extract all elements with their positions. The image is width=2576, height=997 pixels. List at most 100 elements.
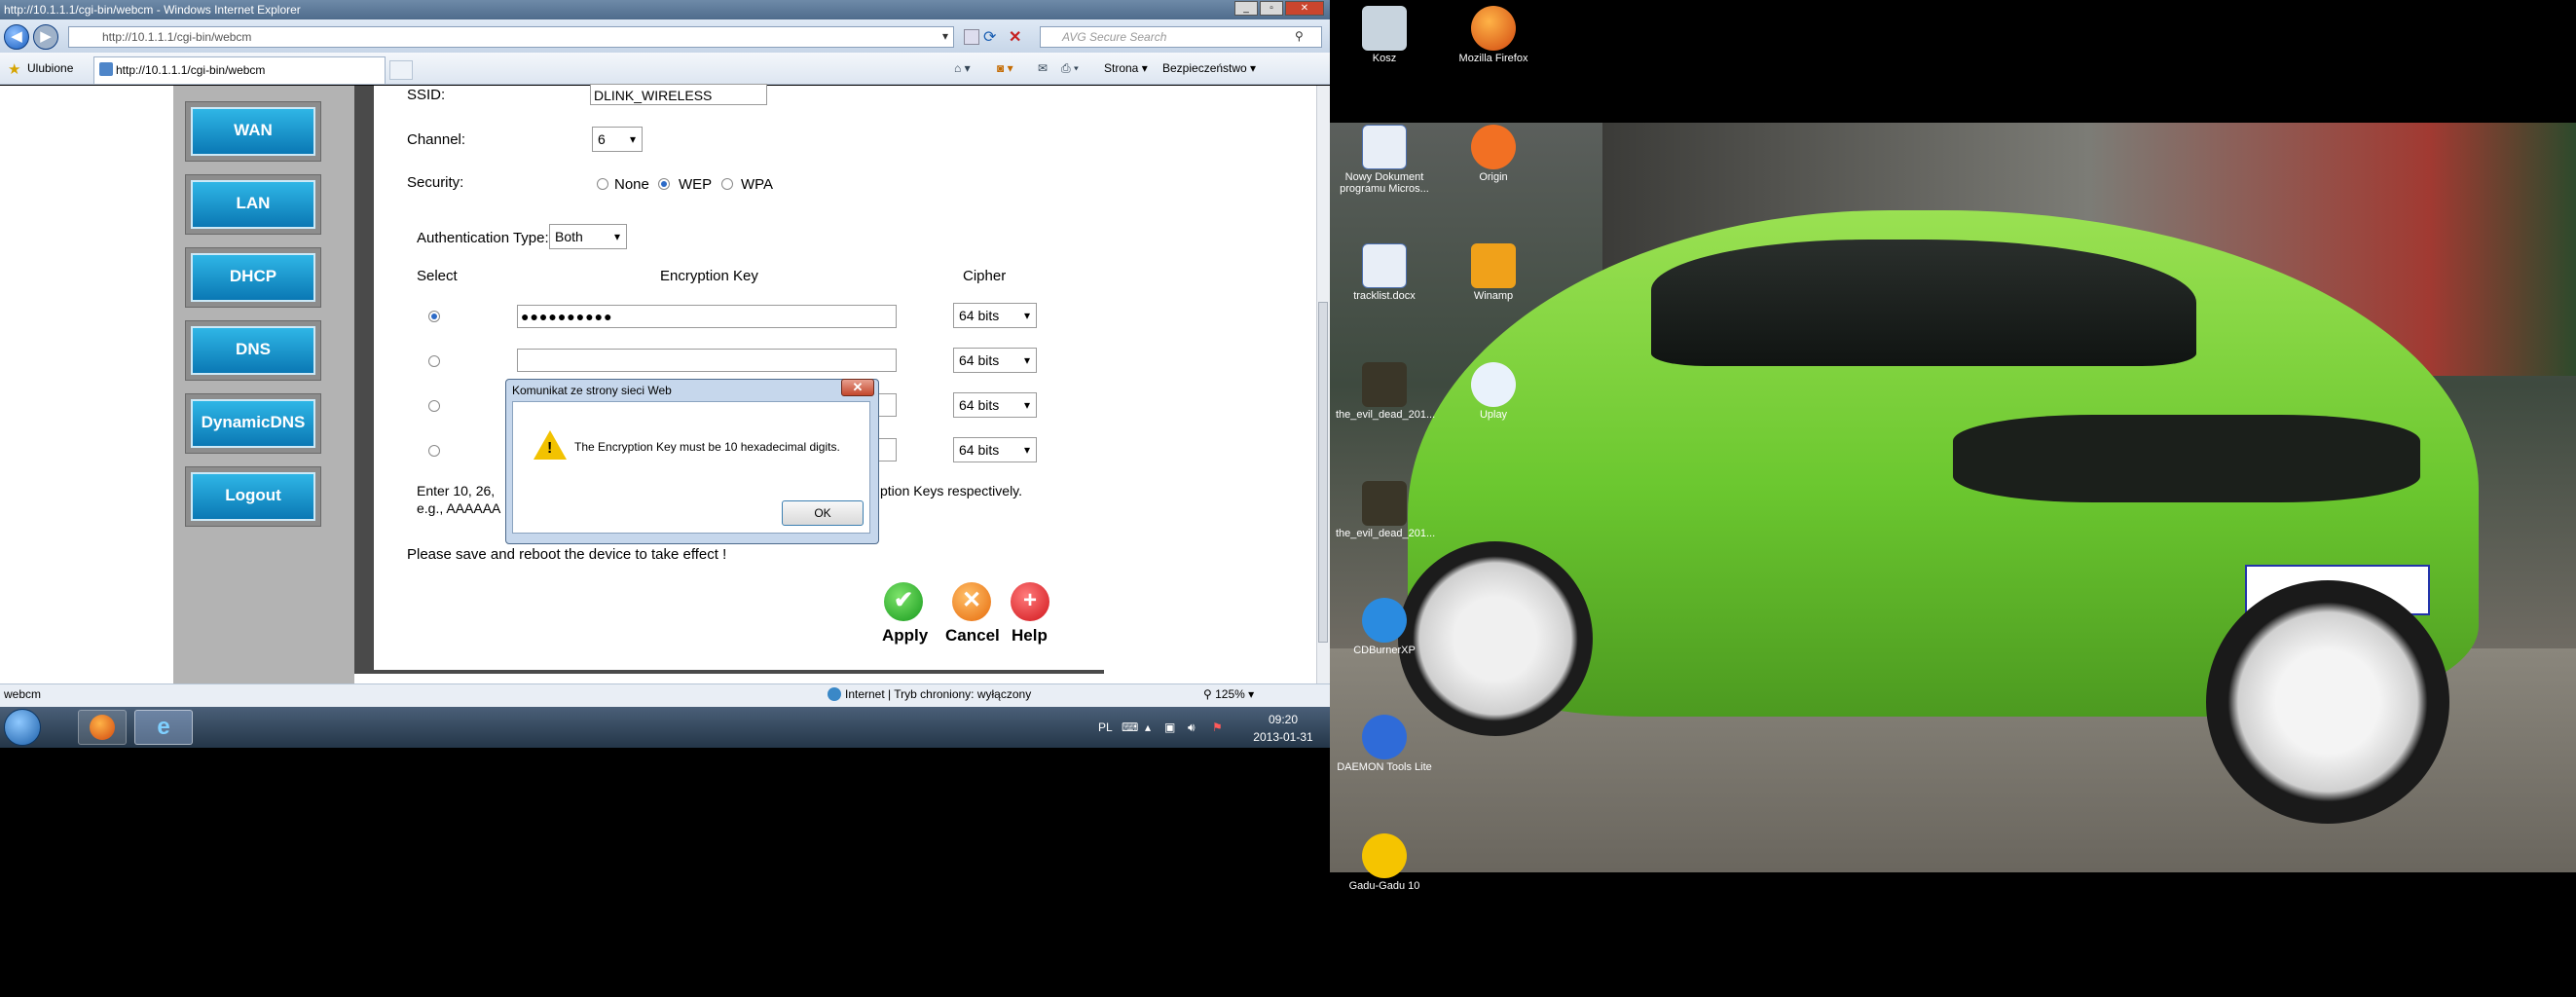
channel-select[interactable]: 6 [592, 127, 643, 152]
network-icon[interactable]: ▣ [1164, 720, 1175, 734]
cdburner-icon [1362, 598, 1407, 643]
page-menu[interactable]: Strona ▾ [1104, 60, 1148, 76]
page-icon [99, 62, 113, 76]
close-window-button[interactable]: ✕ [1285, 1, 1324, 16]
safety-menu[interactable]: Bezpieczeństwo ▾ [1162, 60, 1256, 76]
favorites-button[interactable]: Ulubione [27, 60, 73, 76]
desktop-icon-cdburnerxp[interactable]: CDBurnerXP [1336, 598, 1433, 656]
key-2-radio[interactable] [428, 355, 440, 367]
apply-check-icon[interactable]: ✔ [884, 582, 923, 621]
nav-dynamicdns-button[interactable]: DynamicDNS [185, 393, 321, 454]
security-wep-radio[interactable] [658, 178, 670, 190]
search-input[interactable]: AVG Secure Search [1040, 26, 1322, 48]
forward-button[interactable]: ▶ [33, 24, 58, 50]
cancel-x-icon[interactable]: ✕ [952, 582, 991, 621]
desktop-icon-recycle-bin[interactable]: Kosz [1336, 6, 1433, 64]
desktop-icon-tracklist[interactable]: tracklist.docx [1336, 243, 1433, 302]
status-text: webcm [4, 687, 42, 701]
maximize-button[interactable]: ▫ [1260, 1, 1283, 16]
internet-explorer-icon: e [157, 714, 170, 740]
select-column-header: Select [417, 268, 458, 284]
browser-tab[interactable]: http://10.1.1.1/cgi-bin/webcm [93, 56, 386, 84]
key-3-radio[interactable] [428, 400, 440, 412]
minimize-button[interactable]: _ [1234, 1, 1258, 16]
clock-time[interactable]: 09:20 [1260, 713, 1306, 726]
nav-dns-button[interactable]: DNS [185, 320, 321, 381]
security-none-label: None [614, 176, 649, 193]
stop-icon[interactable]: ✕ [1009, 27, 1021, 47]
security-wep-label: WEP [679, 176, 713, 193]
window-title-bar: http://10.1.1.1/cgi-bin/webcm - Windows … [0, 0, 1330, 19]
key-4-cipher-select[interactable]: 64 bits [953, 437, 1037, 462]
help-button-label[interactable]: Help [1012, 626, 1048, 646]
new-tab-button[interactable] [389, 60, 413, 80]
desktop-icon-evil-dead-2[interactable]: the_evil_dead_201... [1336, 481, 1435, 539]
video-file-icon [1362, 362, 1407, 407]
compatibility-icon[interactable] [964, 29, 979, 45]
desktop-icon-gadu-gadu[interactable]: Gadu-Gadu 10 [1336, 833, 1433, 892]
winamp-icon [1471, 243, 1516, 288]
ssid-input[interactable]: DLINK_WIRELESS [590, 84, 767, 105]
nav-dhcp-button[interactable]: DHCP [185, 247, 321, 308]
dialog-close-button[interactable]: ✕ [841, 379, 874, 396]
internet-zone-icon [828, 687, 841, 701]
desktop-icon-firefox[interactable]: Mozilla Firefox [1445, 6, 1542, 64]
desktop-icon-daemon-tools[interactable]: DAEMON Tools Lite [1336, 715, 1433, 773]
channel-label: Channel: [407, 131, 466, 148]
cancel-button-label[interactable]: Cancel [945, 626, 1000, 646]
zoom-level[interactable]: ⚲ 125% ▾ [1203, 687, 1254, 701]
security-none-radio[interactable] [597, 178, 608, 190]
desktop-icon-origin[interactable]: Origin [1445, 125, 1542, 183]
security-zone-text[interactable]: Internet | Tryb chroniony: wyłączony [845, 687, 1031, 701]
key-1-cipher-select[interactable]: 64 bits [953, 303, 1037, 328]
firefox-icon [90, 715, 115, 740]
key-3-cipher-select[interactable]: 64 bits [953, 392, 1037, 418]
key-2-cipher-select[interactable]: 64 bits [953, 348, 1037, 373]
address-input[interactable]: http://10.1.1.1/cgi-bin/webcm [68, 26, 954, 48]
wireless-settings-form [374, 86, 1104, 670]
back-button[interactable]: ◀ [4, 24, 29, 50]
dialog-title: Komunikat ze strony sieci Web [512, 384, 672, 397]
volume-icon[interactable]: 🔊︎ [1188, 720, 1196, 735]
key-4-radio[interactable] [428, 445, 440, 457]
nav-wan-button[interactable]: WAN [185, 101, 321, 162]
address-dropdown-icon[interactable]: ▾ [942, 29, 948, 43]
home-icon[interactable]: ⌂ ▾ [954, 60, 971, 76]
key-1-input[interactable]: ●●●●●●●●●● [517, 305, 897, 328]
start-button[interactable] [4, 709, 41, 746]
warning-exclamation: ! [547, 440, 553, 457]
nav-lan-button[interactable]: LAN [185, 174, 321, 235]
keyboard-icon[interactable]: ⌨ [1122, 720, 1138, 734]
refresh-icon[interactable]: ⟳ [983, 27, 996, 47]
auth-type-label: Authentication Type: [417, 230, 549, 246]
desktop-icon-word-doc[interactable]: Nowy Dokument programu Micros... [1336, 125, 1433, 195]
desktop-icon-winamp[interactable]: Winamp [1445, 243, 1542, 302]
language-indicator[interactable]: PL [1098, 720, 1113, 734]
clock-date[interactable]: 2013-01-31 [1246, 730, 1320, 744]
window-title: http://10.1.1.1/cgi-bin/webcm - Windows … [4, 3, 301, 17]
key-2-input[interactable] [517, 349, 897, 372]
security-wpa-radio[interactable] [721, 178, 733, 190]
nav-logout-button[interactable]: Logout [185, 466, 321, 527]
help-plus-icon[interactable]: + [1011, 582, 1049, 621]
auth-type-select[interactable]: Both [549, 224, 627, 249]
key-length-note-end: ption Keys respectively. [880, 483, 1023, 498]
dialog-ok-button[interactable]: OK [782, 500, 864, 526]
security-wpa-label: WPA [741, 176, 774, 193]
mail-icon[interactable]: ✉ [1038, 60, 1048, 76]
scrollbar-thumb[interactable] [1318, 302, 1328, 643]
tray-arrow-icon[interactable]: ▴ [1145, 720, 1151, 734]
dialog-message: The Encryption Key must be 10 hexadecima… [574, 440, 840, 454]
desktop-icon-uplay[interactable]: Uplay [1445, 362, 1542, 421]
action-center-icon[interactable]: ⚑ [1212, 720, 1223, 734]
print-icon[interactable]: ⎙ ▾ [1061, 60, 1079, 76]
key-1-radio[interactable] [428, 311, 440, 322]
apply-button-label[interactable]: Apply [882, 626, 928, 646]
uplay-icon [1471, 362, 1516, 407]
desktop-icon-evil-dead-1[interactable]: the_evil_dead_201... [1336, 362, 1435, 421]
reboot-note: Please save and reboot the device to tak… [407, 546, 727, 563]
search-icon[interactable]: ⚲ [1295, 29, 1304, 43]
feeds-icon[interactable]: ◙ ▾ [997, 60, 1013, 76]
word-doc-icon [1362, 125, 1407, 169]
favorites-star-icon[interactable]: ★ [8, 60, 20, 78]
